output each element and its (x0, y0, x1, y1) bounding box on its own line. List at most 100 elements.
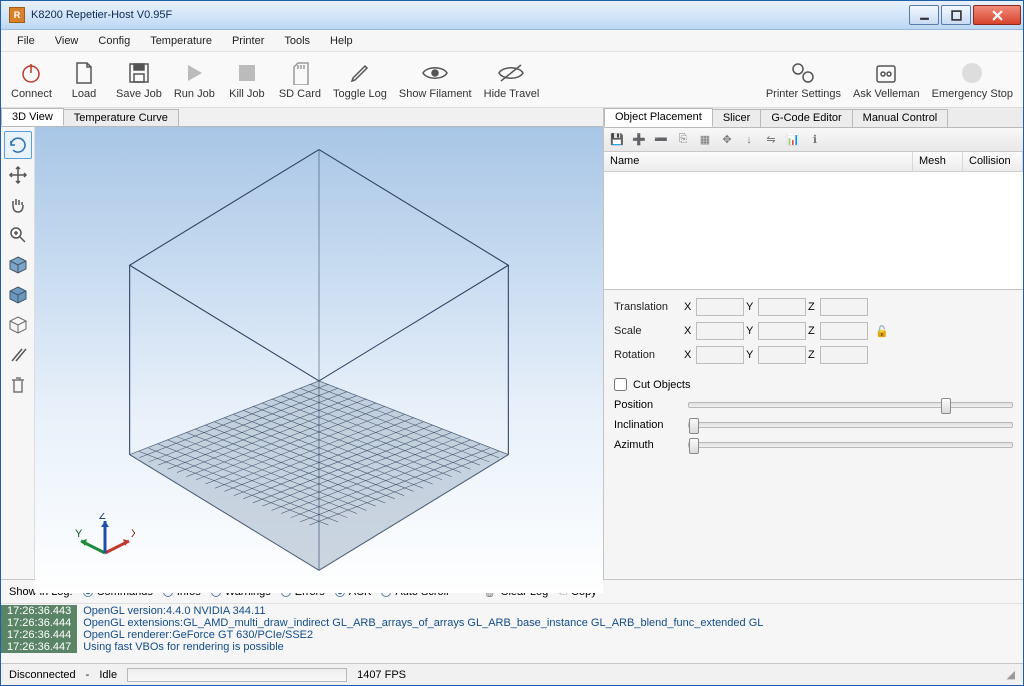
state-status: Idle (99, 669, 117, 681)
translation-y-input[interactable] (758, 298, 806, 316)
menu-help[interactable]: Help (320, 32, 363, 50)
grid-icon[interactable]: ▦ (698, 133, 712, 146)
rotate-icon (8, 135, 28, 155)
parallel-lines-button[interactable] (4, 341, 32, 369)
transform-grid: Translation X Y Z Scale X Y Z 🔓 Rotation… (604, 290, 1023, 372)
inclination-slider[interactable] (688, 422, 1013, 428)
lines-icon (8, 345, 28, 365)
play-icon (183, 62, 205, 84)
move-view-button[interactable] (4, 161, 32, 189)
cube-wire-icon (8, 315, 28, 335)
save-job-button[interactable]: Save Job (110, 54, 168, 106)
translation-label: Translation (614, 301, 684, 313)
col-name[interactable]: Name (604, 152, 913, 171)
center-icon[interactable]: ✥ (720, 133, 734, 146)
object-tools: 💾 ➕ ➖ ⎘ ▦ ✥ ↓ ⇋ 📊 ℹ (604, 128, 1023, 152)
iso-view-2-button[interactable] (4, 281, 32, 309)
fps-status: 1407 FPS (357, 669, 406, 681)
lock-icon[interactable]: 🔓 (870, 325, 894, 338)
gears-icon (790, 61, 816, 85)
analysis-icon[interactable]: 📊 (786, 133, 800, 146)
minimize-button[interactable] (909, 5, 939, 25)
remove-icon[interactable]: ➖ (654, 133, 668, 146)
zoom-button[interactable] (4, 221, 32, 249)
kill-job-button[interactable]: Kill Job (221, 54, 273, 106)
trash-button[interactable] (4, 371, 32, 399)
tab-slicer[interactable]: Slicer (712, 109, 762, 127)
sd-card-icon (290, 61, 310, 85)
floppy-icon (128, 62, 150, 84)
rotation-z-input[interactable] (820, 346, 868, 364)
view-toolbar (1, 127, 35, 593)
log-panel[interactable]: 17:26:36.443OpenGL version:4.4.0 NVIDIA … (1, 603, 1023, 663)
pan-view-button[interactable] (4, 191, 32, 219)
tab-temperature-curve[interactable]: Temperature Curve (63, 109, 179, 126)
iso-view-3-button[interactable] (4, 311, 32, 339)
3d-viewport[interactable]: X Y Z (35, 127, 603, 593)
tab-manual-control[interactable]: Manual Control (852, 109, 949, 127)
power-icon (19, 61, 43, 85)
printer-settings-button[interactable]: Printer Settings (760, 54, 847, 106)
tab-3d-view[interactable]: 3D View (1, 108, 64, 126)
scale-y-input[interactable] (758, 322, 806, 340)
add-icon[interactable]: ➕ (632, 133, 646, 146)
menu-bar: File View Config Temperature Printer Too… (1, 30, 1023, 52)
mirror-icon[interactable]: ⇋ (764, 133, 778, 146)
rotation-x-input[interactable] (696, 346, 744, 364)
rotation-y-input[interactable] (758, 346, 806, 364)
inclination-label: Inclination (614, 419, 684, 431)
cut-objects-checkbox[interactable]: Cut Objects (614, 378, 1013, 391)
menu-config[interactable]: Config (88, 32, 140, 50)
object-list[interactable] (604, 172, 1023, 290)
app-icon: R (9, 7, 25, 23)
rotation-label: Rotation (614, 349, 684, 361)
tab-gcode-editor[interactable]: G-Code Editor (760, 109, 852, 127)
save-icon[interactable]: 💾 (610, 133, 624, 146)
close-button[interactable] (973, 5, 1021, 25)
scale-z-input[interactable] (820, 322, 868, 340)
toggle-log-button[interactable]: Toggle Log (327, 54, 393, 106)
cube-icon (8, 255, 28, 275)
svg-text:Z: Z (99, 513, 106, 522)
svg-text:Y: Y (75, 528, 83, 540)
rotate-view-button[interactable] (4, 131, 32, 159)
iso-view-1-button[interactable] (4, 251, 32, 279)
azimuth-slider[interactable] (688, 442, 1013, 448)
window-title: K8200 Repetier-Host V0.95F (31, 9, 907, 21)
translation-x-input[interactable] (696, 298, 744, 316)
hand-icon (8, 195, 28, 215)
menu-file[interactable]: File (7, 32, 45, 50)
eye-icon (421, 63, 449, 83)
show-filament-button[interactable]: Show Filament (393, 54, 478, 106)
resize-grip[interactable]: ◢ (1007, 668, 1015, 681)
scale-x-input[interactable] (696, 322, 744, 340)
stop-icon (237, 63, 257, 83)
info-icon[interactable]: ℹ (808, 133, 822, 146)
emergency-icon (960, 61, 984, 85)
emergency-stop-button[interactable]: Emergency Stop (926, 54, 1019, 106)
translation-z-input[interactable] (820, 298, 868, 316)
connect-button[interactable]: Connect (5, 54, 58, 106)
axis-gizmo: X Y Z (75, 513, 135, 563)
drop-icon[interactable]: ↓ (742, 134, 756, 146)
menu-view[interactable]: View (45, 32, 89, 50)
tab-object-placement[interactable]: Object Placement (604, 108, 713, 127)
hide-travel-button[interactable]: Hide Travel (478, 54, 546, 106)
col-collision[interactable]: Collision (963, 152, 1023, 171)
position-slider[interactable] (688, 402, 1013, 408)
window-titlebar: R K8200 Repetier-Host V0.95F (1, 1, 1023, 30)
menu-printer[interactable]: Printer (222, 32, 274, 50)
trash-icon (9, 375, 27, 395)
copy-icon[interactable]: ⎘ (676, 133, 690, 146)
col-mesh[interactable]: Mesh (913, 152, 963, 171)
load-button[interactable]: Load (58, 54, 110, 106)
svg-text:X: X (131, 528, 135, 540)
connection-status: Disconnected (9, 669, 76, 681)
menu-temperature[interactable]: Temperature (140, 32, 222, 50)
ask-velleman-button[interactable]: Ask Velleman (847, 54, 926, 106)
position-label: Position (614, 399, 684, 411)
maximize-button[interactable] (941, 5, 971, 25)
menu-tools[interactable]: Tools (274, 32, 320, 50)
run-job-button[interactable]: Run Job (168, 54, 221, 106)
sd-card-button[interactable]: SD Card (273, 54, 327, 106)
